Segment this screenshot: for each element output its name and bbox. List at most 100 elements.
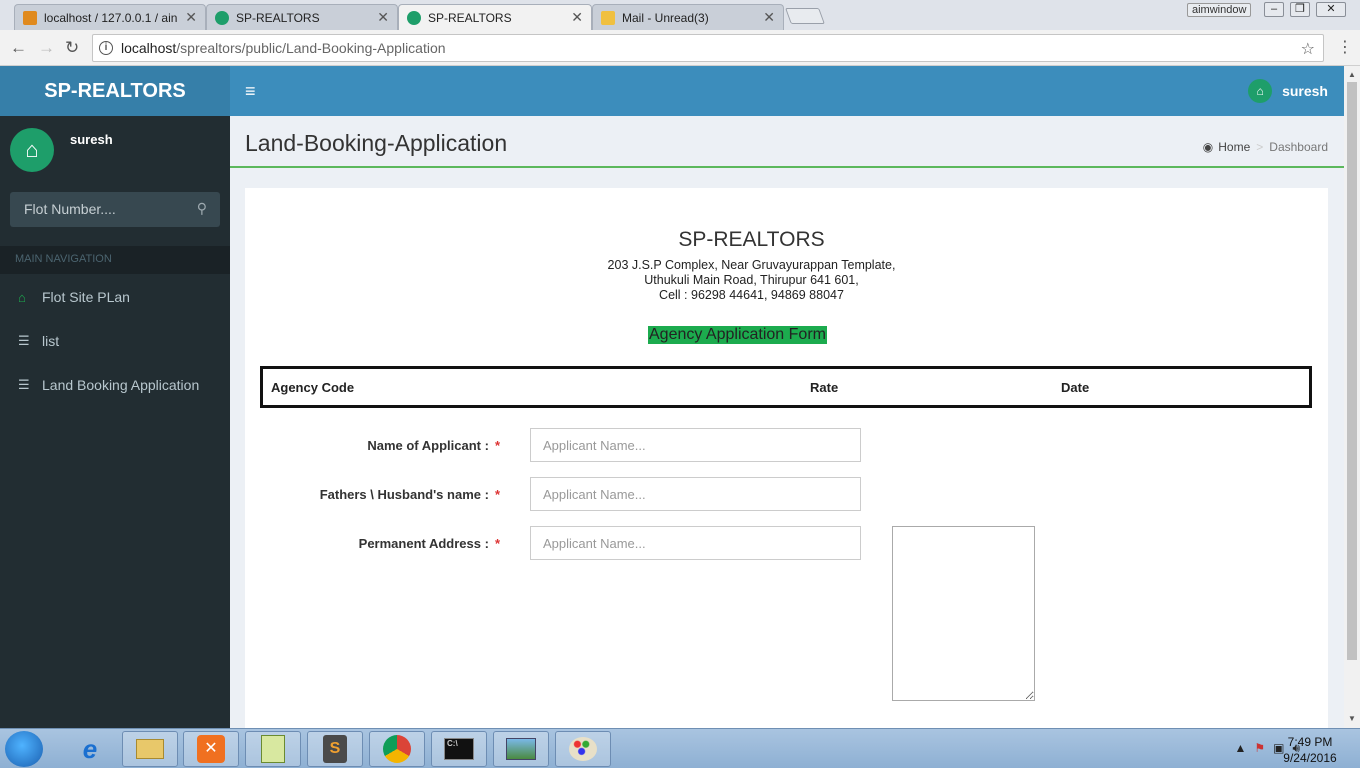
chrome-icon[interactable] [369,731,425,767]
sublime-text-icon[interactable]: S [307,731,363,767]
content-area: Land-Booking-Application ◉ Home > Dashbo… [230,116,1344,728]
scroll-down-icon[interactable]: ▼ [1348,714,1356,723]
action-center-icon[interactable]: ⚑ [1254,741,1265,756]
permanent-address-input[interactable] [530,526,861,560]
top-navbar: ≡ ⌂ suresh [230,66,1344,116]
file-explorer-icon[interactable] [122,731,178,767]
search-icon[interactable]: ⚲ [197,200,207,217]
page-header: Land-Booking-Application ◉ Home > Dashbo… [230,116,1344,168]
tab-title: Mail - Unread(3) [622,10,709,25]
user-panel: ⌂ [10,128,54,172]
reload-icon[interactable]: ↻ [65,38,79,58]
father-husband-name-input[interactable] [530,477,861,511]
clock-time: 7:49 PM [1287,735,1333,749]
dashboard-icon: ◉ [1202,140,1214,154]
address-textarea[interactable] [892,526,1035,701]
sidebar-item-label: list [42,333,60,349]
sidebar-username: suresh [70,132,113,147]
paint-icon[interactable] [555,731,611,767]
notepad-plus-plus-icon[interactable] [245,731,301,767]
back-arrow-icon[interactable]: ← [10,38,27,58]
internet-explorer-icon[interactable]: e [62,731,118,767]
nav-header: MAIN NAVIGATION [0,246,230,274]
browser-tab-phpmyadmin[interactable]: localhost / 127.0.0.1 / ain ✕ [14,4,206,30]
maximize-button[interactable]: ❐ [1290,2,1310,17]
required-marker: * [494,438,500,453]
address-line: 203 J.S.P Complex, Near Gruvayurappan Te… [607,258,896,272]
bookmark-star-icon[interactable]: ☆ [1301,39,1315,59]
home-icon [215,10,229,25]
address-bar[interactable]: i localhost/sprealtors/public/Land-Booki… [92,34,1324,62]
avatar: ⌂ [10,128,54,172]
rate-label: Rate [810,380,839,395]
tab-title: localhost / 127.0.0.1 / ain [44,10,178,25]
sidebar-item-label: Flot Site PLan [42,289,130,305]
required-marker: * [494,536,500,551]
close-tab-icon[interactable]: ✕ [185,9,197,26]
permanent-address-label: Permanent Address : * [260,536,500,551]
form-title: Agency Application Form [648,326,827,344]
browser-tab-sprealtors-1[interactable]: SP-REALTORS ✕ [206,4,398,30]
applicant-name-input[interactable] [530,428,861,462]
sidebar-item-land-booking[interactable]: ☰ Land Booking Application [0,363,230,407]
field-label-text: Permanent Address : [358,536,489,551]
minimize-button[interactable]: – [1264,2,1284,17]
home-icon [407,10,421,25]
close-tab-icon[interactable]: ✕ [571,9,583,26]
date-label: Date [1061,380,1090,395]
user-menu[interactable]: ⌂ suresh [1248,79,1328,103]
browser-menu-icon[interactable]: ⋮ [1337,37,1353,57]
window-label: aimwindow [1187,3,1252,17]
url-path: /sprealtors/public/Land-Booking-Applicat… [176,40,446,56]
field-label-text: Name of Applicant : [367,438,489,453]
url-host: localhost [121,40,177,56]
page-title: Land-Booking-Application [245,130,508,156]
tab-title: SP-REALTORS [236,10,320,25]
new-tab-button[interactable] [785,8,825,24]
sidebar-item-list[interactable]: ☰ list [0,319,230,363]
start-button[interactable] [5,731,43,767]
photo-viewer-icon[interactable] [493,731,549,767]
brand-logo[interactable]: SP-REALTORS [0,66,230,116]
taskbar: e ✕ S C:\ ▲ ⚑ ▣ 🔊︎ 7:49 PM 9/24/2016 [0,728,1360,768]
breadcrumb: ◉ Home > Dashboard [1203,140,1328,154]
forward-arrow-icon[interactable]: → [38,38,55,58]
home-icon: ⌂ [25,137,39,162]
avatar: ⌂ [1248,79,1273,103]
browser-toolbar: ← → ↻ i localhost/sprealtors/public/Land… [0,30,1360,66]
sidebar-search-input[interactable]: Flot Number.... ⚲ [10,192,220,227]
mail-icon [601,10,615,25]
breadcrumb-home[interactable]: Home [1218,140,1250,154]
info-icon[interactable]: i [99,41,113,55]
list-icon: ☰ [18,333,30,348]
browser-tab-mail[interactable]: Mail - Unread(3) ✕ [592,4,784,30]
xampp-icon[interactable]: ✕ [183,731,239,767]
system-clock[interactable]: 7:49 PM 9/24/2016 [1280,734,1340,766]
page-scrollbar[interactable]: ▲ ▼ [1344,66,1360,728]
tab-title: SP-REALTORS [428,10,512,25]
scroll-thumb[interactable] [1347,82,1357,660]
browser-tab-strip: localhost / 127.0.0.1 / ain ✕ SP-REALTOR… [0,0,1360,30]
applicant-name-label: Name of Applicant : * [260,438,500,453]
home-icon: ⌂ [1256,84,1264,98]
address-line: Uthukuli Main Road, Thirupur 641 601, [644,273,859,287]
required-marker: * [494,487,500,502]
sidebar-item-label: Land Booking Application [42,377,200,393]
close-tab-icon[interactable]: ✕ [763,9,775,26]
close-tab-icon[interactable]: ✕ [377,9,389,26]
scroll-up-icon[interactable]: ▲ [1348,70,1356,79]
command-prompt-icon[interactable]: C:\ [431,731,487,767]
sidebar-item-flot-site-plan[interactable]: ⌂ Flot Site PLan [0,275,230,319]
hamburger-menu-icon[interactable]: ≡ [245,81,256,102]
browser-tab-sprealtors-2[interactable]: SP-REALTORS ✕ [398,4,592,30]
sidebar: ⌂ suresh Flot Number.... ⚲ MAIN NAVIGATI… [0,116,230,728]
address-line: Cell : 96298 44641, 94869 88047 [659,288,844,302]
list-icon: ☰ [18,377,30,392]
clock-date: 9/24/2016 [1283,751,1337,765]
show-hidden-icons-icon[interactable]: ▲ [1234,741,1246,756]
home-icon: ⌂ [18,289,26,305]
search-placeholder: Flot Number.... [24,201,116,217]
agency-code-bar: Agency Code Rate Date [260,366,1312,408]
header-username: suresh [1282,83,1328,99]
close-window-button[interactable]: ✕ [1316,2,1346,17]
